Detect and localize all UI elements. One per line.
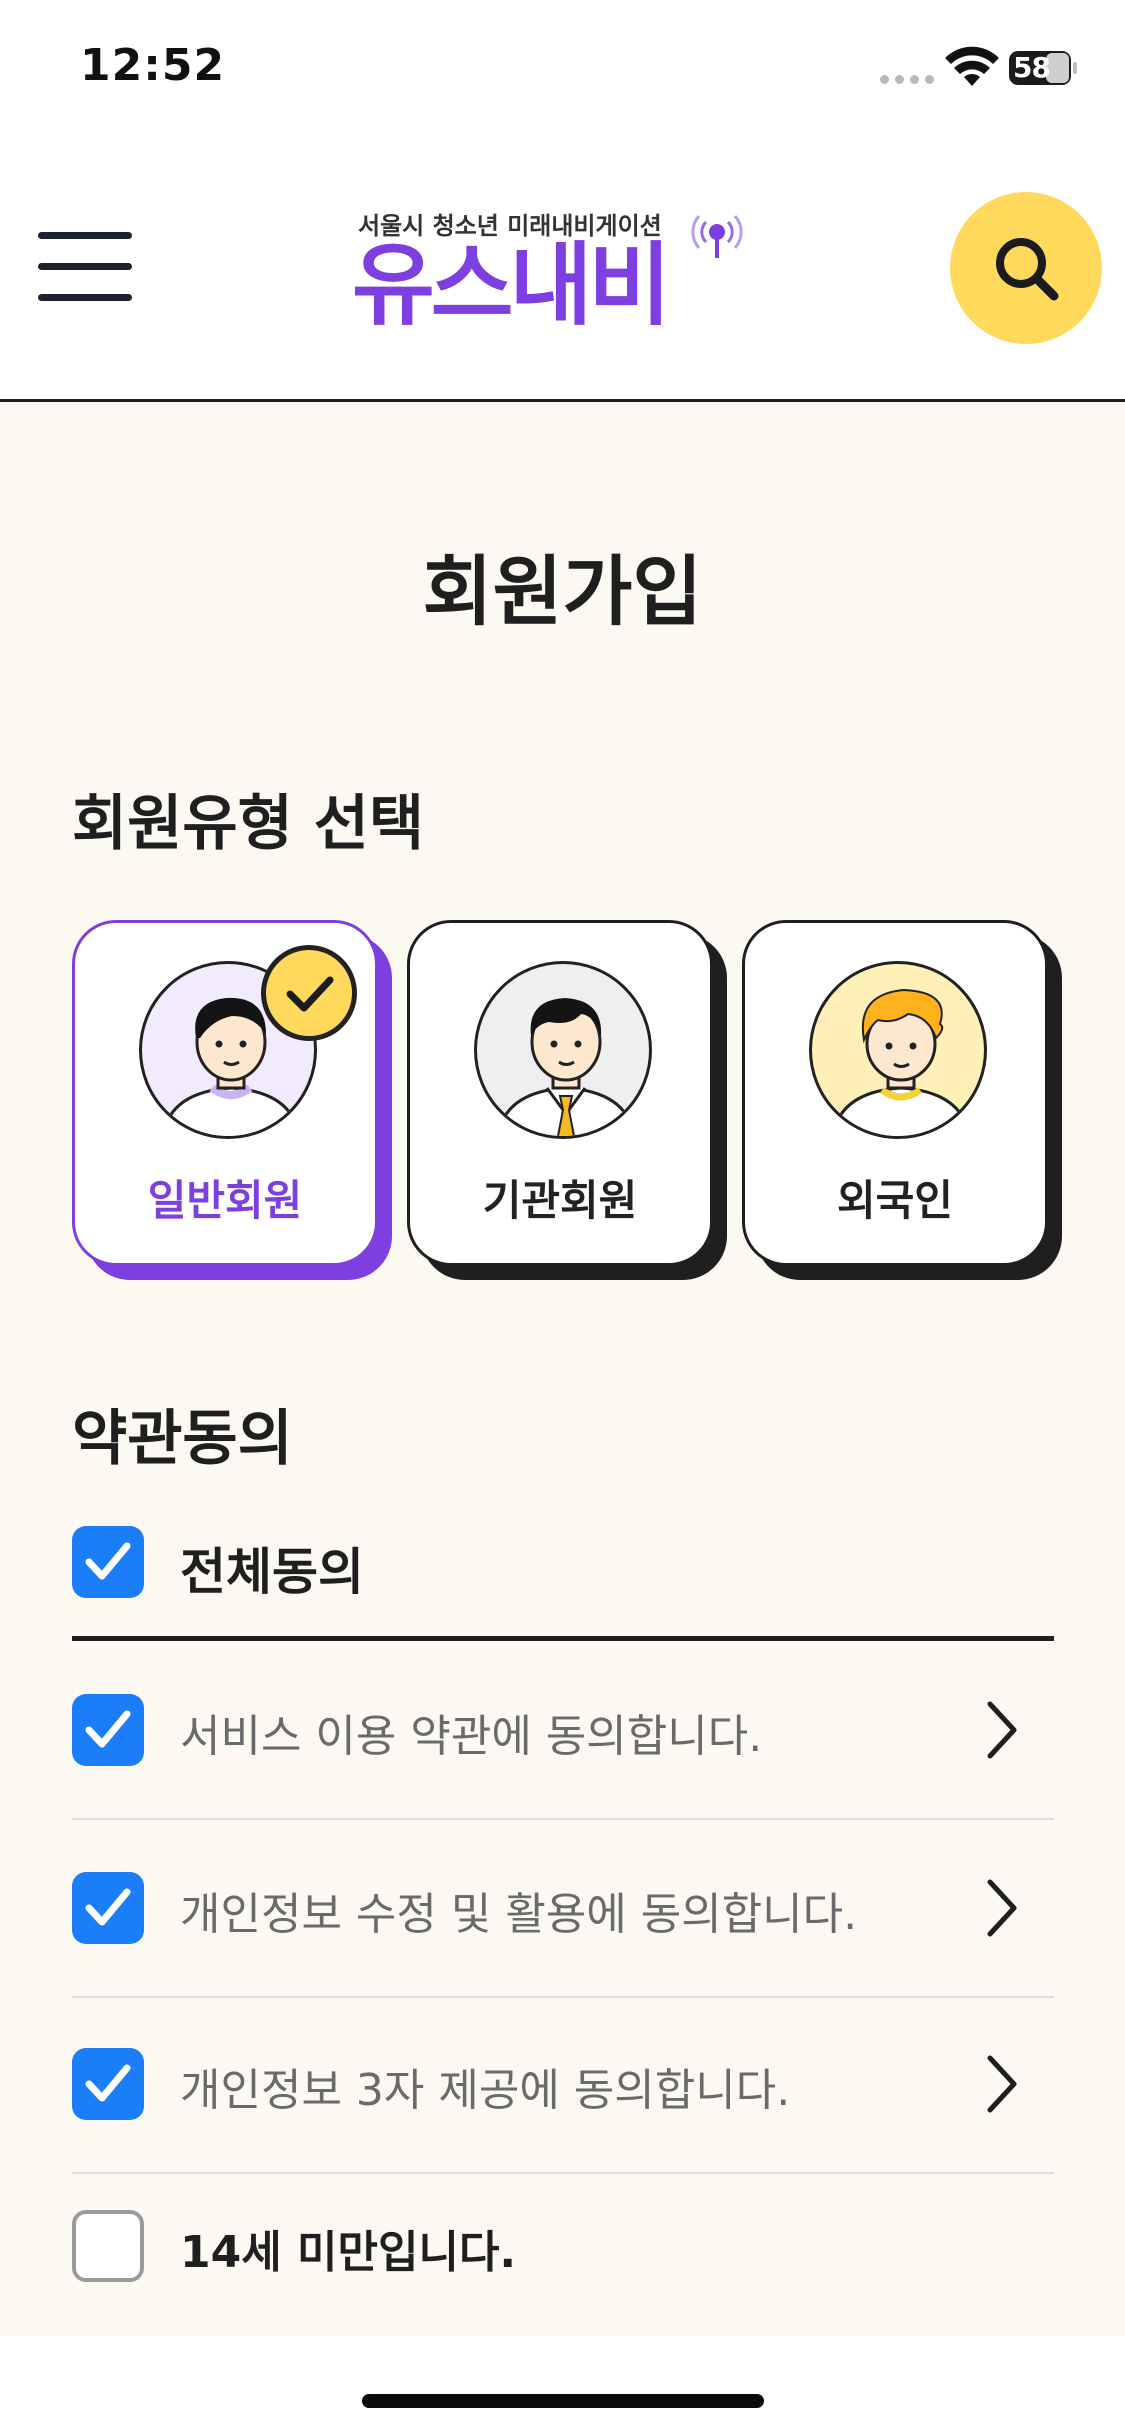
member-type-label: 외국인 bbox=[837, 1176, 953, 1225]
divider bbox=[72, 2172, 1054, 2174]
terms-third-party-checkbox[interactable] bbox=[72, 2048, 144, 2120]
bottom-safe-area bbox=[0, 2336, 1125, 2436]
check-icon bbox=[85, 1542, 131, 1580]
terms-privacy-checkbox[interactable] bbox=[72, 1872, 144, 1944]
terms-third-party-label: 개인정보 3자 제공에 동의합니다. bbox=[180, 2065, 791, 2116]
logo-title: 유스내비 bbox=[352, 233, 671, 338]
member-type-organization-card[interactable]: 기관회원 bbox=[407, 920, 713, 1266]
under-14-checkbox[interactable] bbox=[72, 2210, 144, 2282]
divider bbox=[72, 1636, 1054, 1641]
selected-check-icon bbox=[261, 945, 357, 1041]
page-title: 회원가입 bbox=[422, 547, 703, 636]
terms-service-checkbox[interactable] bbox=[72, 1694, 144, 1766]
wifi-icon bbox=[945, 46, 999, 86]
chevron-right-icon[interactable] bbox=[982, 1698, 1022, 1762]
logo[interactable]: 서울시 청소년 미래내비게이션 유스내비 bbox=[352, 206, 752, 336]
agree-all-checkbox[interactable] bbox=[72, 1526, 144, 1598]
hamburger-menu-icon[interactable] bbox=[38, 232, 132, 304]
member-type-label: 기관회원 bbox=[482, 1176, 638, 1225]
search-button[interactable] bbox=[950, 192, 1102, 344]
terms-service-label: 서비스 이용 약관에 동의합니다. bbox=[180, 1711, 763, 1762]
check-icon bbox=[85, 2064, 131, 2102]
search-icon bbox=[996, 238, 1059, 301]
divider bbox=[72, 1818, 1054, 1820]
chevron-right-icon[interactable] bbox=[982, 1876, 1022, 1940]
terms-title: 약관동의 bbox=[72, 1404, 293, 1474]
status-time: 12:52 bbox=[80, 40, 226, 91]
member-type-label: 일반회원 bbox=[147, 1176, 303, 1225]
avatar bbox=[474, 961, 652, 1139]
member-type-title: 회원유형 선택 bbox=[72, 789, 425, 859]
home-indicator[interactable] bbox=[362, 2394, 764, 2408]
agree-all-label: 전체동의 bbox=[180, 1543, 364, 1601]
battery-level: 58 bbox=[1013, 51, 1051, 84]
under-14-label: 14세 미만입니다. bbox=[180, 2227, 517, 2278]
member-type-general-card[interactable]: 일반회원 bbox=[72, 920, 378, 1266]
check-icon bbox=[85, 1888, 131, 1926]
divider bbox=[72, 1996, 1054, 1998]
antenna-icon bbox=[691, 215, 743, 258]
app-header: 서울시 청소년 미래내비게이션 유스내비 bbox=[0, 140, 1125, 402]
avatar bbox=[809, 961, 987, 1139]
chevron-right-icon[interactable] bbox=[982, 2052, 1022, 2116]
check-icon bbox=[85, 1710, 131, 1748]
member-type-foreigner-card[interactable]: 외국인 bbox=[742, 920, 1048, 1266]
terms-privacy-label: 개인정보 수정 및 활용에 동의합니다. bbox=[180, 1889, 858, 1940]
status-bar: 12:52 58 bbox=[0, 0, 1125, 140]
cellular-signal-icon bbox=[880, 75, 934, 84]
